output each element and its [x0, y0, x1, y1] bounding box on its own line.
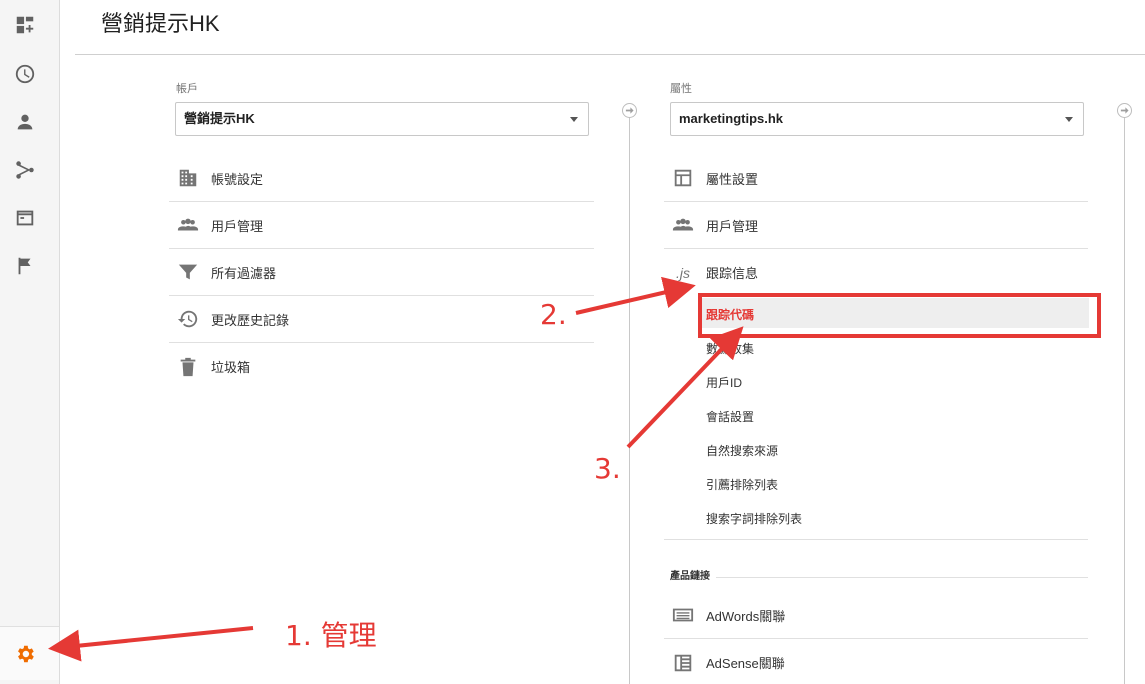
page-title: 營銷提示HK: [101, 11, 220, 36]
admin-section: [0, 626, 59, 680]
property-settings-item[interactable]: 屬性設置: [664, 155, 1088, 202]
js-icon: .js: [676, 264, 690, 281]
tracking-code-item[interactable]: 跟踪代碼: [700, 298, 1089, 328]
people-icon: [176, 213, 200, 237]
customization-icon[interactable]: [12, 12, 38, 38]
annotation-step-1: 1. 管理: [285, 619, 377, 652]
property-select[interactable]: marketingtips.hk: [670, 102, 1084, 136]
all-filters-item[interactable]: 所有過濾器: [169, 249, 594, 296]
history-icon: [176, 307, 200, 331]
realtime-clock-icon[interactable]: [12, 61, 38, 87]
referral-exclusion-item[interactable]: 引薦排除列表: [706, 476, 778, 493]
left-nav-rail: [0, 0, 60, 684]
arrow-right-icon[interactable]: [622, 103, 637, 118]
session-settings-item[interactable]: 會話設置: [706, 408, 754, 425]
chevron-down-icon: [570, 117, 578, 122]
trash-icon: [176, 355, 200, 379]
organic-search-sources-item[interactable]: 自然搜索來源: [706, 442, 778, 459]
people-icon: [671, 213, 695, 237]
layout-icon: [671, 166, 695, 190]
building-icon: [176, 166, 200, 190]
adwords-link-label: AdWords關聯: [706, 608, 786, 624]
property-column-label: 屬性: [670, 83, 692, 95]
data-collection-item[interactable]: 數據收集: [706, 340, 754, 357]
change-history-item[interactable]: 更改歷史記錄: [169, 296, 594, 343]
column-divider: [629, 108, 630, 684]
search-term-exclusion-item[interactable]: 搜索字詞排除列表: [706, 510, 802, 527]
behavior-window-icon[interactable]: [12, 205, 38, 231]
divider: [664, 539, 1088, 540]
account-select[interactable]: 營銷提示HK: [175, 102, 589, 136]
arrow-right-icon[interactable]: [1117, 103, 1132, 118]
product-links-heading: 產品鏈接: [670, 571, 710, 582]
arrow-1: [48, 626, 254, 662]
trash-label: 垃圾箱: [211, 360, 251, 375]
divider: [716, 577, 1088, 578]
adwords-icon: [671, 603, 695, 627]
adsense-link-item[interactable]: AdSense關聯: [664, 639, 1088, 684]
conversions-flag-icon[interactable]: [12, 253, 38, 279]
chevron-down-icon: [1065, 117, 1073, 122]
page-header: [75, 0, 1145, 55]
trash-item[interactable]: 垃圾箱: [169, 343, 594, 390]
annotation-step-2: 2.: [540, 298, 567, 331]
user-id-item[interactable]: 用戶ID: [706, 374, 742, 391]
account-user-management-item[interactable]: 用戶管理: [169, 202, 594, 249]
property-settings-label: 屬性設置: [706, 171, 759, 187]
adwords-link-item[interactable]: AdWords關聯: [664, 592, 1088, 639]
account-user-management-label: 用戶管理: [211, 218, 264, 234]
account-column-label: 帳戶: [176, 83, 198, 95]
property-user-management-label: 用戶管理: [706, 218, 759, 234]
annotation-step-3: 3.: [594, 452, 621, 485]
property-user-management-item[interactable]: 用戶管理: [664, 202, 1088, 249]
property-select-value: marketingtips.hk: [679, 111, 784, 126]
account-settings-label: 帳號設定: [211, 171, 264, 187]
account-select-value: 營銷提示HK: [184, 111, 255, 126]
adsense-icon: [671, 651, 695, 675]
account-settings-item[interactable]: 帳號設定: [169, 155, 594, 202]
tracking-code-label: 跟踪代碼: [706, 308, 755, 322]
tracking-info-item[interactable]: .js 跟踪信息: [664, 249, 1088, 296]
filter-icon: [176, 260, 200, 284]
audience-person-icon[interactable]: [12, 109, 38, 135]
change-history-label: 更改歷史記錄: [211, 312, 290, 328]
admin-gear-icon[interactable]: [12, 641, 38, 667]
adsense-link-label: AdSense關聯: [706, 656, 785, 671]
all-filters-label: 所有過濾器: [211, 265, 277, 281]
column-divider-right: [1124, 108, 1125, 684]
acquisition-icon[interactable]: [12, 157, 38, 183]
tracking-info-label: 跟踪信息: [706, 266, 759, 281]
